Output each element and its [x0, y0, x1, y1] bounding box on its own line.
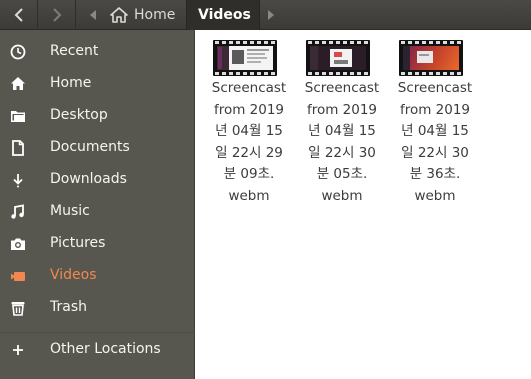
film-perforations	[401, 41, 461, 44]
sidebar-item-videos[interactable]: Videos	[0, 260, 195, 292]
film-perforations	[401, 72, 461, 75]
breadcrumb-videos-label: Videos	[198, 7, 251, 23]
video-frame	[217, 46, 273, 70]
sidebar-item-downloads[interactable]: Downloads	[0, 164, 195, 196]
sidebar-item-desktop[interactable]: Desktop	[0, 100, 195, 132]
sidebar-item-label: Trash	[50, 299, 87, 315]
forward-button[interactable]	[38, 0, 76, 30]
film-perforations	[215, 41, 275, 44]
document-icon	[0, 132, 36, 164]
chevron-left-icon	[14, 8, 23, 22]
music-icon	[0, 196, 36, 228]
sidebar-item-label: Documents	[50, 139, 130, 155]
download-icon	[0, 164, 36, 196]
sidebar-item-home[interactable]: Home	[0, 68, 195, 100]
clock-icon	[0, 36, 36, 68]
sidebar-item-label: Recent	[50, 43, 99, 59]
home-icon	[0, 68, 36, 100]
places-sidebar: Recent Home Desktop Documents Downloads …	[0, 30, 195, 379]
chevron-right-icon	[52, 8, 61, 22]
back-button[interactable]	[0, 0, 38, 30]
folder-icon	[0, 100, 36, 132]
video-frame	[403, 46, 459, 70]
triangle-right-icon	[268, 10, 274, 20]
pathbar-scroll-left[interactable]	[84, 0, 102, 30]
sidebar-item-label: Downloads	[50, 171, 127, 187]
plus-icon	[0, 334, 36, 366]
sidebar-item-documents[interactable]: Documents	[0, 132, 195, 164]
film-perforations	[308, 72, 368, 75]
film-perforations	[215, 72, 275, 75]
file-view: Screencast from 2019 년 04월 15 일 22시 29 분…	[196, 30, 531, 379]
video-thumbnail	[306, 40, 370, 76]
video-icon	[0, 260, 36, 292]
sidebar-item-label: Home	[50, 75, 92, 91]
camera-icon	[0, 228, 36, 260]
sidebar-item-label: Pictures	[50, 235, 106, 251]
header-bar: Home Videos	[0, 0, 531, 30]
breadcrumb-home-label: Home	[134, 7, 176, 23]
sidebar-item-other-locations[interactable]: Other Locations	[0, 334, 195, 366]
film-perforations	[308, 41, 368, 44]
sidebar-item-trash[interactable]: Trash	[0, 292, 195, 324]
sidebar-separator	[0, 332, 195, 333]
trash-icon	[0, 292, 36, 324]
file-name: Screencast from 2019 년 04월 15 일 22시 29 분…	[211, 80, 287, 204]
breadcrumb-videos[interactable]: Videos	[186, 0, 260, 30]
sidebar-item-label: Desktop	[50, 107, 108, 123]
video-thumbnail	[213, 40, 277, 76]
breadcrumb-home[interactable]: Home	[104, 0, 184, 30]
pathbar-scroll-right[interactable]	[262, 0, 280, 30]
file-name: Screencast from 2019 년 04월 15 일 22시 30 분…	[397, 80, 473, 204]
video-frame	[310, 46, 366, 70]
video-thumbnail	[399, 40, 463, 76]
sidebar-item-music[interactable]: Music	[0, 196, 195, 228]
sidebar-item-label: Music	[50, 203, 90, 219]
home-icon	[110, 7, 128, 23]
sidebar-item-label: Other Locations	[50, 341, 161, 357]
sidebar-item-pictures[interactable]: Pictures	[0, 228, 195, 260]
triangle-left-icon	[90, 10, 96, 20]
sidebar-item-recent[interactable]: Recent	[0, 36, 195, 68]
sidebar-item-label: Videos	[50, 267, 97, 283]
file-name: Screencast from 2019 년 04월 15 일 22시 30 분…	[304, 80, 380, 204]
